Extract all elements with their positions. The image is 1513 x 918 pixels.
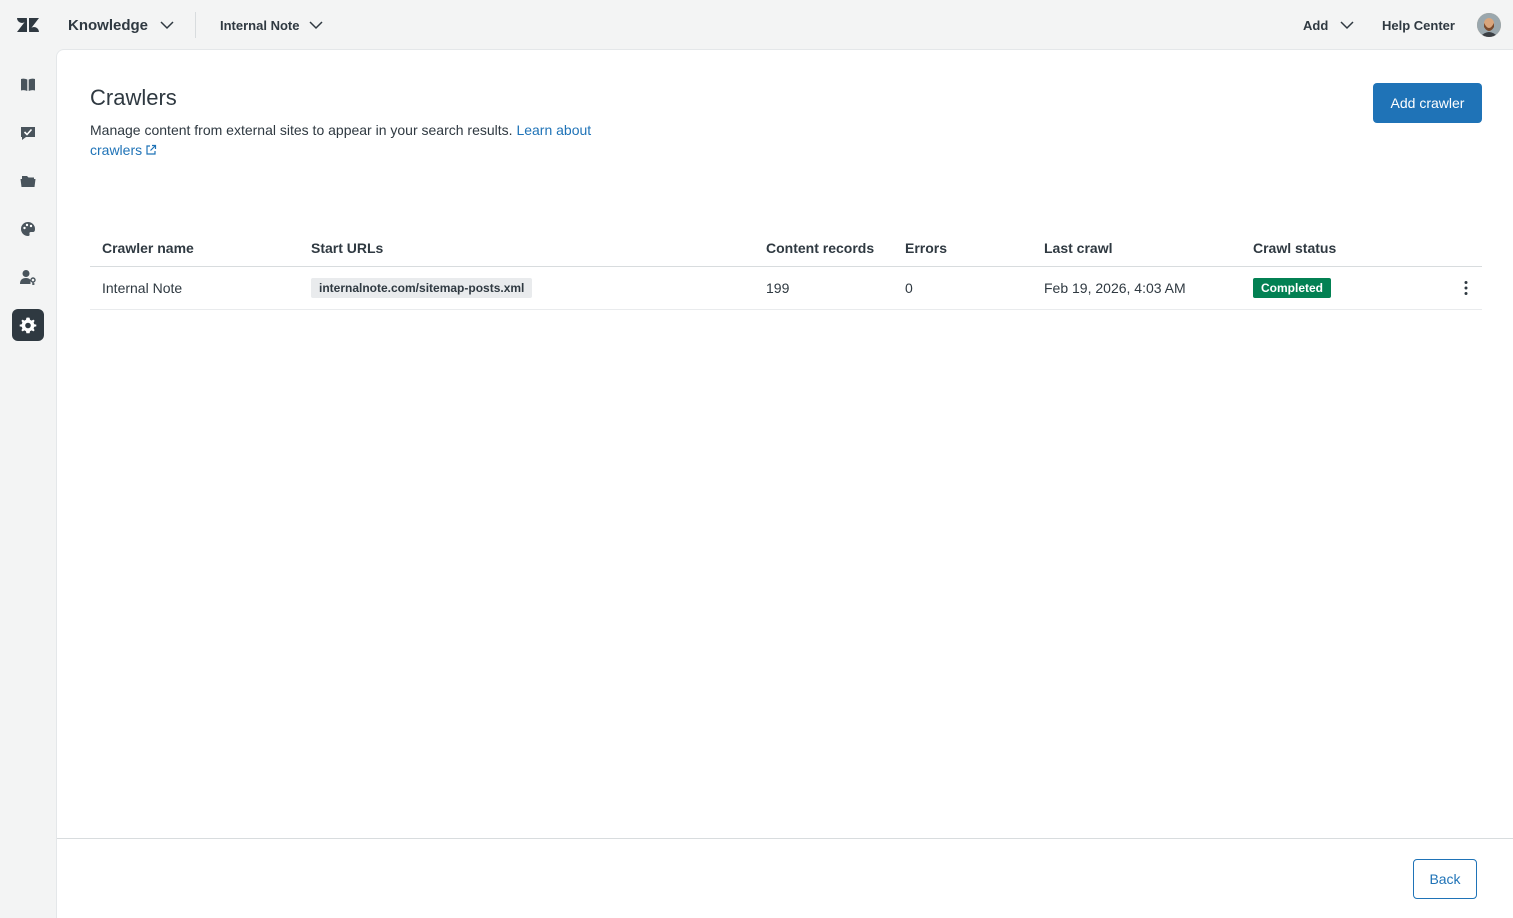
add-menu-label: Add bbox=[1303, 17, 1329, 33]
add-menu-button[interactable]: Add bbox=[1303, 12, 1354, 38]
sidebar-nav bbox=[0, 49, 56, 918]
crawlers-table: Crawler name Start URLs Content records … bbox=[90, 230, 1482, 310]
page-description-text: Manage content from external sites to ap… bbox=[90, 122, 513, 138]
book-icon bbox=[21, 78, 35, 91]
errors-cell: 0 bbox=[905, 280, 913, 296]
header-last-crawl: Last crawl bbox=[1044, 240, 1113, 256]
status-badge: Completed bbox=[1253, 278, 1332, 298]
sidebar-item-knowledge[interactable] bbox=[12, 69, 44, 101]
crawler-name-cell: Internal Note bbox=[102, 280, 183, 296]
brand-switcher[interactable]: Internal Note bbox=[220, 12, 323, 38]
chevron-down-icon bbox=[160, 21, 174, 30]
review-check-icon bbox=[21, 127, 35, 140]
header-crawler-name: Crawler name bbox=[102, 240, 194, 256]
sidebar-item-design[interactable] bbox=[12, 213, 44, 245]
header-start-urls: Start URLs bbox=[311, 240, 384, 256]
learn-link-text-2: crawlers bbox=[90, 142, 143, 158]
start-url-chip: internalnote.com/sitemap-posts.xml bbox=[311, 278, 533, 298]
avatar[interactable] bbox=[1477, 13, 1501, 37]
topbar-divider bbox=[195, 12, 196, 38]
kebab-menu-icon bbox=[1464, 281, 1468, 295]
gear-icon bbox=[19, 317, 37, 334]
product-switcher[interactable]: Knowledge bbox=[68, 12, 174, 38]
page-footer: Back bbox=[57, 838, 1513, 918]
last-crawl-cell: Feb 19, 2026, 4:03 AM bbox=[1044, 280, 1186, 296]
zendesk-logo-icon[interactable] bbox=[17, 14, 39, 36]
product-name: Knowledge bbox=[68, 16, 149, 34]
add-crawler-button[interactable]: Add crawler bbox=[1373, 83, 1482, 123]
brand-name: Internal Note bbox=[220, 17, 300, 33]
back-button[interactable]: Back bbox=[1413, 859, 1477, 899]
chevron-down-icon bbox=[1340, 21, 1354, 30]
page-description: Manage content from external sites to ap… bbox=[90, 120, 650, 160]
page-title: Crawlers bbox=[90, 85, 177, 110]
user-permissions-icon bbox=[20, 270, 36, 285]
header-errors: Errors bbox=[905, 240, 948, 256]
sidebar-item-settings[interactable] bbox=[12, 309, 44, 341]
sidebar-item-review[interactable] bbox=[12, 117, 44, 149]
header-crawl-status: Crawl status bbox=[1253, 240, 1337, 256]
table-header: Crawler name Start URLs Content records … bbox=[90, 230, 1482, 267]
user-avatar-icon bbox=[1477, 13, 1501, 37]
help-center-link[interactable]: Help Center bbox=[1382, 12, 1455, 38]
top-bar: Knowledge Internal Note Add Help Center bbox=[0, 0, 1513, 49]
table-row[interactable]: Internal Note internalnote.com/sitemap-p… bbox=[90, 267, 1482, 310]
folders-icon bbox=[20, 176, 36, 187]
content-records-cell: 199 bbox=[766, 280, 790, 296]
chevron-down-icon bbox=[309, 21, 323, 30]
main-panel: Crawlers Manage content from external si… bbox=[56, 49, 1513, 918]
sidebar-item-arrange[interactable] bbox=[12, 165, 44, 197]
learn-link-text: Learn about bbox=[516, 122, 592, 138]
palette-icon bbox=[21, 222, 35, 236]
row-actions-menu-button[interactable] bbox=[1454, 276, 1478, 300]
sidebar-item-permissions[interactable] bbox=[12, 261, 44, 293]
header-content-records: Content records bbox=[766, 240, 875, 256]
external-link-icon bbox=[146, 144, 157, 155]
